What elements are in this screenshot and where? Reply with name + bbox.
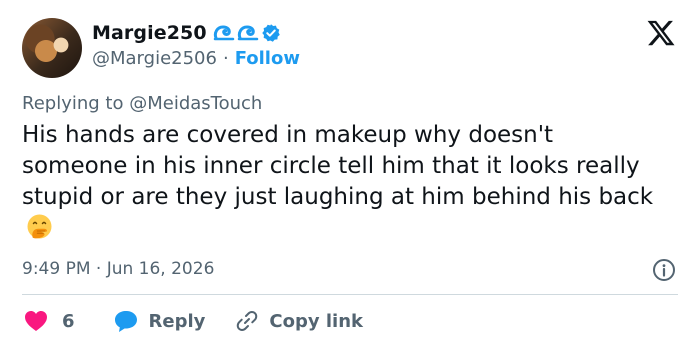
reply-bubble-icon [114,311,137,332]
action-bar: 6 Reply Copy link [24,308,363,334]
reply-button[interactable]: Reply [113,309,206,333]
like-button[interactable]: 6 [24,310,75,332]
info-icon[interactable] [652,258,676,282]
wave-icon [237,25,258,41]
timestamp[interactable]: 9:49 PM · Jun 16, 2026 [22,259,214,279]
tweet-body: His hands are covered in makeup why does… [22,122,654,210]
handle-row: @Margie2506 · Follow [92,48,300,69]
face-with-hand-over-mouth-icon [27,214,52,239]
wave-icon [213,25,234,41]
reply-prefix: Replying to [22,93,124,114]
follow-button[interactable]: Follow [235,48,300,69]
reply-mention[interactable]: @MeidasTouch [129,93,262,114]
reply-label: Reply [148,310,206,332]
x-logo-icon[interactable] [646,18,676,48]
separator: · [222,48,229,69]
like-count: 6 [62,310,75,332]
author-name-row: Margie250 [92,20,281,46]
copy-link-label: Copy link [269,310,363,332]
copy-link-button[interactable]: Copy link [235,309,363,333]
badges [213,23,281,43]
link-icon [237,311,258,331]
avatar[interactable] [22,18,82,78]
display-name[interactable]: Margie250 [92,22,207,44]
reply-context: Replying to @MeidasTouch [22,93,262,114]
verified-badge-icon [261,24,280,42]
heart-icon [25,311,47,331]
tweet-text: His hands are covered in makeup why does… [22,120,662,244]
divider [22,294,678,295]
handle[interactable]: @Margie2506 [92,48,217,69]
